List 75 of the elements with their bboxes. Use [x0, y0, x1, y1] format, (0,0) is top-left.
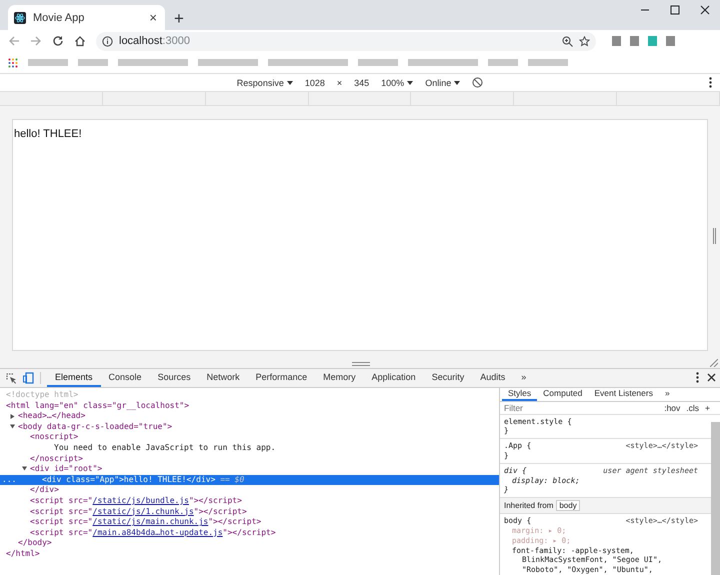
devtools-tab[interactable]: Application: [364, 369, 424, 387]
dom-node[interactable]: </div>: [0, 485, 499, 496]
forward-arrow-icon[interactable]: [30, 35, 42, 47]
dom-node[interactable]: </noscript>: [0, 454, 499, 464]
more-menu-icon[interactable]: [696, 372, 699, 383]
caret-icon: [286, 80, 293, 84]
more-tabs-button[interactable]: »: [658, 388, 676, 401]
inspect-icon[interactable]: [6, 372, 17, 384]
zoom-dropdown[interactable]: 100%: [381, 78, 414, 88]
source-link[interactable]: /static/js/main.chunk.js: [92, 517, 208, 526]
collapsed-arrow-icon[interactable]: [10, 414, 15, 418]
hov-toggle[interactable]: :hov: [664, 402, 680, 413]
dom-node[interactable]: ... <div class="App">hello! THLEE!</div> == $0: [0, 474, 499, 486]
styles-tab[interactable]: Event Listeners: [588, 388, 659, 401]
rotate-icon[interactable]: [472, 77, 484, 88]
home-icon[interactable]: [74, 35, 86, 47]
devtools-tab[interactable]: Elements: [47, 369, 101, 387]
dom-node[interactable]: <script src="/static/js/bundle.js"></script>: [0, 496, 499, 507]
throttling-dropdown[interactable]: Online: [425, 78, 460, 88]
close-tab-button[interactable]: ×: [147, 11, 159, 24]
scrollbar[interactable]: [711, 422, 720, 575]
dom-node[interactable]: <head>…</head>: [0, 411, 499, 422]
apps-grid-icon[interactable]: [8, 58, 18, 68]
source-link[interactable]: /static/js/bundle.js: [92, 496, 189, 505]
zoom-icon[interactable]: [562, 36, 573, 46]
expanded-arrow-icon[interactable]: [22, 466, 27, 472]
devtools-tab[interactable]: Console: [100, 369, 150, 387]
devtools-tab[interactable]: Audits: [472, 369, 514, 387]
atom-icon: [14, 12, 26, 24]
add-rule-button[interactable]: +: [705, 402, 710, 413]
inherited-label: Inherited from: [504, 501, 554, 510]
element-chip[interactable]: body: [556, 500, 580, 512]
reload-icon[interactable]: [52, 35, 64, 47]
caret-icon: [454, 80, 460, 84]
dom-node[interactable]: <div id="root">: [0, 464, 499, 475]
resize-handle[interactable]: [713, 228, 716, 244]
resize-handle[interactable]: [352, 362, 370, 366]
expanded-arrow-icon[interactable]: [10, 424, 15, 430]
back-arrow-icon[interactable]: [8, 35, 20, 47]
dom-node[interactable]: <script src="/static/js/1.chunk.js"></script>: [0, 506, 499, 518]
dom-node[interactable]: You need to enable JavaScript to run this app.: [0, 442, 499, 454]
devtools-tab[interactable]: Sources: [150, 369, 199, 387]
tab-title: Movie App: [33, 12, 86, 24]
source-link[interactable]: /main.a84b4da…hot-update.js: [92, 528, 223, 537]
more-menu-icon[interactable]: [709, 77, 712, 88]
devtools-tab[interactable]: Network: [198, 369, 248, 387]
devtools-tab[interactable]: Security: [424, 369, 472, 387]
star-icon[interactable]: [579, 36, 590, 46]
close-icon[interactable]: [707, 373, 716, 382]
source-link[interactable]: /static/js/1.chunk.js: [92, 506, 194, 516]
browser-tab[interactable]: Movie App ×: [8, 5, 165, 30]
caret-icon: [407, 80, 414, 84]
styles-tab[interactable]: Computed: [537, 388, 588, 401]
new-tab-button[interactable]: +: [174, 10, 184, 27]
url-text: localhost:3000: [119, 35, 191, 47]
resize-corner-icon[interactable]: [710, 359, 718, 367]
devtools-tab[interactable]: Memory: [315, 369, 364, 387]
device-dropdown[interactable]: Responsive: [236, 78, 293, 88]
page-text: hello! THLEE!: [14, 128, 83, 140]
dom-node[interactable]: <script src="/static/js/main.chunk.js"></script>: [0, 517, 499, 528]
dom-node[interactable]: <body data-gr-c-s-loaded="true">: [0, 422, 499, 432]
dom-node[interactable]: </html>: [0, 548, 499, 560]
device-toggle-icon[interactable]: [23, 372, 34, 384]
dom-node[interactable]: </body>: [0, 538, 499, 549]
more-tabs-button[interactable]: »: [513, 369, 534, 387]
height-value[interactable]: 345: [354, 78, 370, 88]
devtools-tab[interactable]: Performance: [248, 369, 316, 387]
address-bar[interactable]: localhost:3000: [96, 32, 596, 50]
width-value[interactable]: 1028: [304, 78, 325, 88]
cls-toggle[interactable]: .cls: [686, 402, 700, 413]
dom-node[interactable]: <html lang="en" class="gr__localhost">: [0, 400, 499, 412]
times-sign: ×: [336, 78, 342, 88]
dom-node[interactable]: <noscript>: [0, 432, 499, 443]
info-icon[interactable]: [102, 36, 113, 46]
dom-node[interactable]: <script src="/main.a84b4da…hot-update.js"></script>: [0, 528, 499, 538]
